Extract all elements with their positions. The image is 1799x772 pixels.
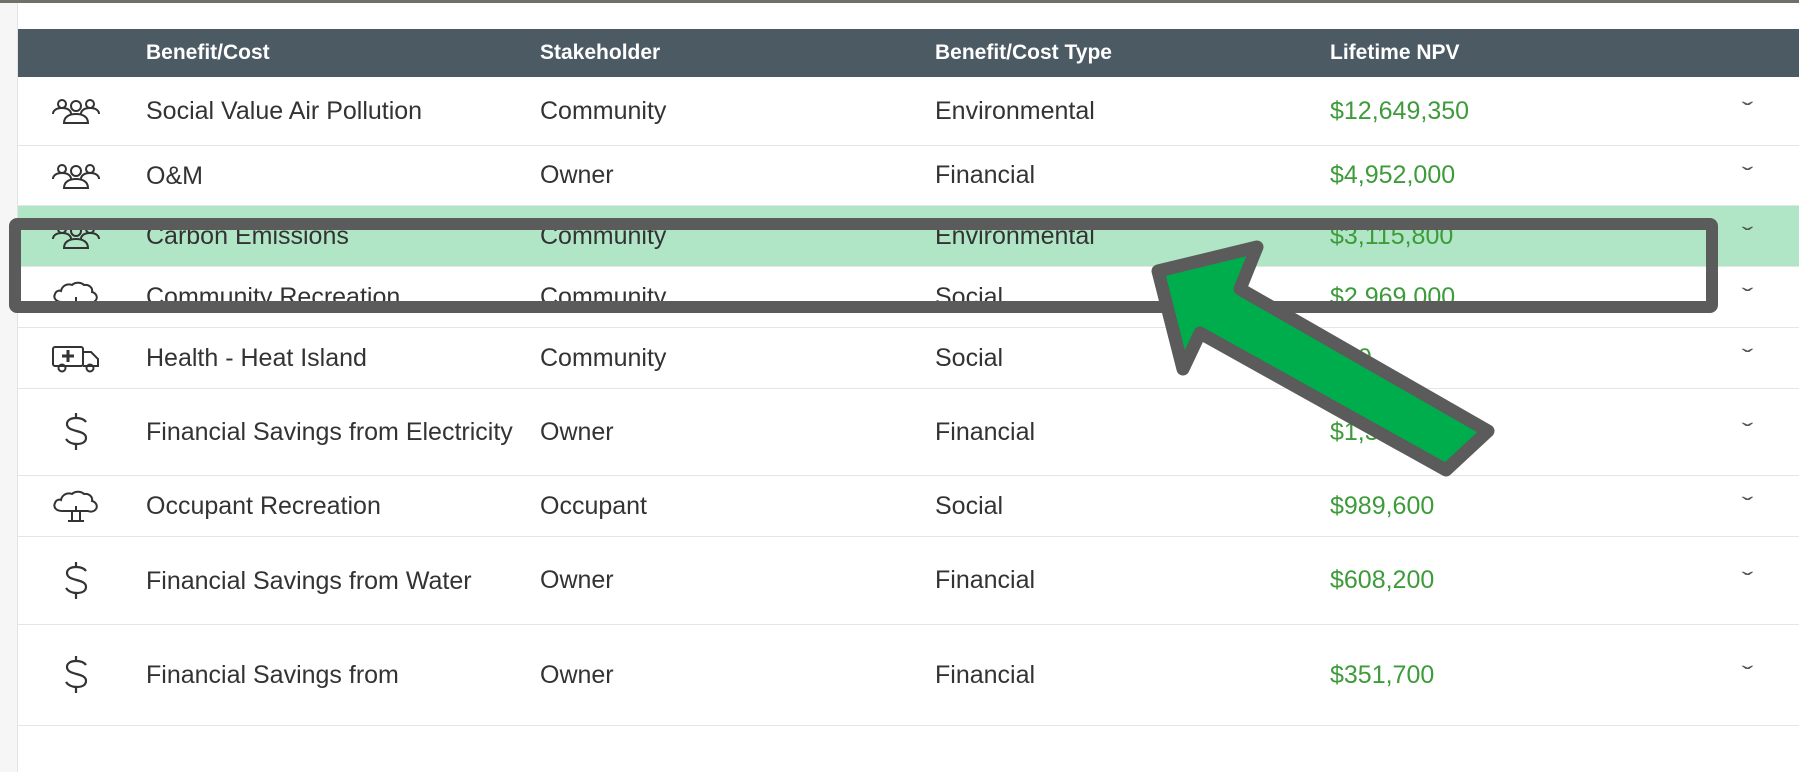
benefit-cost-table: Benefit/Cost Stakeholder Benefit/Cost Ty… (18, 29, 1799, 772)
expand-row-button[interactable]: ˇ (1728, 77, 1768, 145)
lifetime-npv-cell: $989,600 (1330, 491, 1435, 520)
benefit-cost-type-cell: Financial (935, 161, 1036, 189)
expand-row-button[interactable]: ˇ (1728, 267, 1768, 327)
chevron-down-icon: ˇ (1742, 662, 1754, 687)
benefit-cost-type-cell: Environmental (935, 221, 1095, 250)
lifetime-npv-cell: $608,200 (1330, 566, 1435, 594)
lifetime-npv-cell: 800 (1330, 343, 1372, 372)
stakeholder-cell: Owner (540, 417, 614, 446)
table-row[interactable]: Financial Savings from Electricity Owner F… (18, 389, 1799, 476)
stakeholder-cell: Owner (540, 566, 614, 594)
table-row[interactable]: Occupant Recreation Occupant Social $989,60… (18, 476, 1799, 537)
stakeholder-cell: Owner (540, 660, 614, 689)
benefit-cost-type-cell: Financial (935, 660, 1036, 689)
people-icon (18, 77, 134, 145)
lifetime-npv-cell: $4,952,000 (1330, 161, 1456, 189)
chevron-down-icon: ˇ (1742, 567, 1754, 593)
benefit-cost-type-cell: Social (935, 491, 1004, 520)
dollar-icon (18, 389, 134, 475)
stakeholder-cell: Community (540, 221, 667, 250)
lifetime-npv-cell: $12,649,350 (1330, 96, 1470, 125)
people-icon (18, 146, 134, 205)
benefit-cost-type-cell: Financial (935, 417, 1036, 446)
benefit-cost-name: Carbon Emissions (146, 222, 349, 250)
chevron-down-icon: ˇ (1742, 284, 1754, 309)
expand-row-button[interactable]: ˇ (1728, 625, 1768, 725)
dollar-icon (18, 625, 134, 725)
benefit-cost-type-cell: Environmental (935, 96, 1095, 125)
benefit-cost-name: Financial Savings from Water (146, 566, 472, 595)
expand-row-button[interactable]: ˇ (1728, 389, 1768, 475)
lifetime-npv-cell: $2,969,000 (1330, 282, 1456, 311)
stakeholder-cell: Community (540, 282, 667, 311)
lifetime-npv-cell: $1,376,000 (1330, 417, 1456, 446)
stakeholder-cell: Occupant (540, 491, 648, 520)
benefit-cost-name: Social Value Air Pollution (146, 97, 423, 125)
chevron-down-icon: ˇ (1742, 419, 1754, 444)
table-row[interactable]: Carbon Emissions Community Environmental $3… (18, 206, 1799, 267)
table-body: Social Value Air Pollution Community Envir… (18, 77, 1799, 726)
chevron-down-icon: ˇ (1742, 223, 1754, 248)
chevron-down-icon: ˇ (1742, 162, 1754, 188)
table-row[interactable]: Community Recreation Community Social $2,96… (18, 267, 1799, 328)
ambulance-icon (18, 328, 134, 388)
table-row[interactable]: Social Value Air Pollution Community Envir… (18, 77, 1799, 146)
expand-row-button[interactable]: ˇ (1728, 146, 1768, 205)
expand-row-button[interactable]: ˇ (1728, 537, 1768, 624)
dollar-icon (18, 537, 134, 624)
stakeholder-cell: Community (540, 96, 667, 125)
header-npv[interactable]: Lifetime NPV (1330, 29, 1460, 77)
chevron-down-icon: ˇ (1742, 493, 1754, 518)
stakeholder-cell: Owner (540, 161, 614, 189)
tree-icon (18, 476, 134, 536)
benefit-cost-name: Health - Heat Island (146, 344, 367, 372)
table-header: Benefit/Cost Stakeholder Benefit/Cost Ty… (18, 29, 1799, 77)
top-border (0, 0, 1799, 3)
expand-row-button[interactable]: ˇ (1728, 328, 1768, 388)
benefit-cost-name: Financial Savings from Electricity (146, 418, 513, 446)
table-row[interactable]: Financial Savings from Water Owner Financi… (18, 537, 1799, 625)
stakeholder-cell: Community (540, 343, 667, 372)
lifetime-npv-cell: $3,115,800 (1330, 221, 1454, 250)
benefit-cost-name: Occupant Recreation (146, 492, 381, 520)
header-stakeholder[interactable]: Stakeholder (540, 29, 660, 77)
table-row[interactable]: Health - Heat Island Community Social 800 ˇ (18, 328, 1799, 389)
chevron-down-icon: ˇ (1742, 345, 1754, 370)
people-icon (18, 206, 134, 266)
benefit-cost-type-cell: Social (935, 343, 1004, 372)
benefit-cost-name: Community Recreation (146, 283, 401, 311)
expand-row-button[interactable]: ˇ (1728, 206, 1768, 266)
tree-icon (18, 267, 134, 327)
benefit-cost-type-cell: Social (935, 282, 1004, 311)
left-rail (0, 3, 18, 772)
benefit-cost-name: O&M (146, 161, 203, 190)
lifetime-npv-cell: $351,700 (1330, 660, 1435, 689)
chevron-down-icon: ˇ (1742, 98, 1754, 123)
benefit-cost-type-cell: Financial (935, 566, 1036, 594)
header-type[interactable]: Benefit/Cost Type (935, 29, 1112, 77)
header-benefit-cost[interactable]: Benefit/Cost (146, 29, 270, 77)
expand-row-button[interactable]: ˇ (1728, 476, 1768, 536)
table-row[interactable]: Financial Savings from Owner Financial $351… (18, 625, 1799, 726)
table-row[interactable]: O&M Owner Financial $4,952,000 ˇ (18, 146, 1799, 206)
benefit-cost-name: Financial Savings from (146, 661, 399, 689)
